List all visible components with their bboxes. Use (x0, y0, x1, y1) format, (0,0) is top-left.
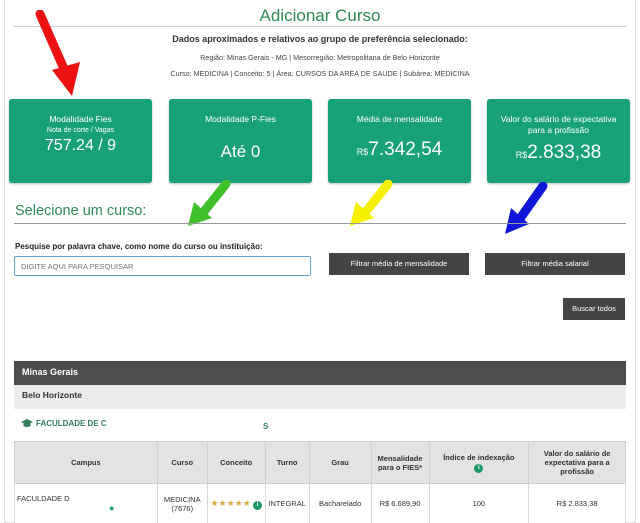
table-header-row: Campus Curso Conceito Turno Grau Mensali… (14, 441, 626, 484)
institution-name: FACULDADE DE C (36, 419, 107, 428)
col-grau: Grau (308, 441, 372, 484)
search-label: Pesquise por palavra chave, como nome do… (15, 242, 263, 251)
cell-turno: INTEGRAL (264, 483, 310, 523)
card-pfies: Modalidade P-Fies Até 0 (169, 99, 312, 183)
graduation-cap-icon (21, 419, 33, 428)
col-indice: Índice de indexação i (428, 441, 530, 484)
results-table: Campus Curso Conceito Turno Grau Mensali… (14, 441, 626, 523)
cell-campus: FACULDADE D ● (14, 483, 158, 523)
col-salario: Valor do salário de expectativa para a p… (528, 441, 626, 484)
cell-curso: MEDICINA (7676) (156, 483, 208, 523)
preference-subtitle: Dados aproximados e relativos ao grupo d… (172, 34, 468, 44)
card-mensalidade-label: Média de mensalidade (356, 114, 443, 124)
filter-mensalidade-button[interactable]: Filtrar média de mensalidade (329, 253, 469, 275)
card-mensalidade-amount: R$7.342,54 (328, 139, 471, 161)
cell-mensalidade: R$ 6.689,90 (370, 483, 430, 523)
currency-symbol: R$ (356, 147, 369, 157)
card-mensalidade: Média de mensalidade R$7.342,54 (328, 99, 471, 183)
campus-name: FACULDADE D (17, 494, 70, 503)
card-pfies-label: Modalidade P-Fies (205, 114, 276, 124)
red-arrow-icon (35, 10, 80, 96)
page-title: Adicionar Curso (259, 6, 381, 25)
map-pin-icon[interactable]: ● (109, 503, 114, 513)
card-salario: Valor do salário de expectativa para a p… (487, 99, 630, 183)
card-fies-sublabel: Nota de corte / Vagas (46, 127, 115, 134)
cell-grau: Bacharelado (308, 483, 372, 523)
cell-conceito: ★★★★★ i (206, 483, 266, 523)
currency-symbol: R$ (515, 150, 528, 160)
card-salario-amount: R$2.833,38 (487, 142, 630, 164)
region-info: Região: Minas Gerais - MG | Mesorregião:… (200, 53, 440, 62)
select-course-heading: Selecione um curso: (15, 203, 147, 219)
col-conceito: Conceito (206, 441, 266, 484)
col-mensalidade: Mensalidade para o FIES* (370, 441, 430, 484)
institution-header[interactable]: FACULDADE DE C (21, 419, 107, 428)
filter-salarial-button[interactable]: Filtrar média salarial (485, 253, 625, 275)
col-curso: Curso (156, 441, 208, 484)
search-all-button[interactable]: Buscar todos (563, 298, 625, 320)
card-pfies-value: Até 0 (220, 142, 261, 161)
course-info: Curso: MEDICINA | Conceito: 5 | Área: CU… (170, 69, 470, 78)
col-turno: Turno (264, 441, 310, 484)
card-fies-label: Modalidade Fies (49, 114, 112, 124)
institution-name-tail: S (263, 422, 269, 431)
card-salario-label: Valor do salário de expectativa para a p… (500, 114, 617, 135)
select-course-divider (14, 223, 626, 224)
search-input[interactable] (14, 256, 311, 276)
cell-indice: 100 (428, 483, 530, 523)
info-icon[interactable]: i (474, 463, 484, 473)
rating-stars: ★★★★★ (210, 497, 251, 508)
card-fies: Modalidade Fies Nota de corte / Vagas 75… (9, 99, 152, 183)
col-indice-label: Índice de indexação (443, 452, 515, 462)
title-divider (14, 26, 626, 27)
card-fies-value: 757.24 / 9 (44, 137, 117, 154)
card-salario-value: 2.833,38 (527, 142, 602, 163)
info-icon[interactable]: i (252, 500, 262, 510)
card-mensalidade-value: 7.342,54 (368, 139, 443, 160)
blue-arrow-icon (505, 182, 548, 234)
table-row[interactable]: FACULDADE D ● MEDICINA (7676) ★★★★★ i IN… (14, 483, 626, 523)
col-campus: Campus (14, 441, 158, 484)
city-header: Belo Horizonte (14, 385, 626, 409)
cell-salario: R$ 2.833,38 (528, 483, 626, 523)
state-header: Minas Gerais (14, 361, 626, 385)
